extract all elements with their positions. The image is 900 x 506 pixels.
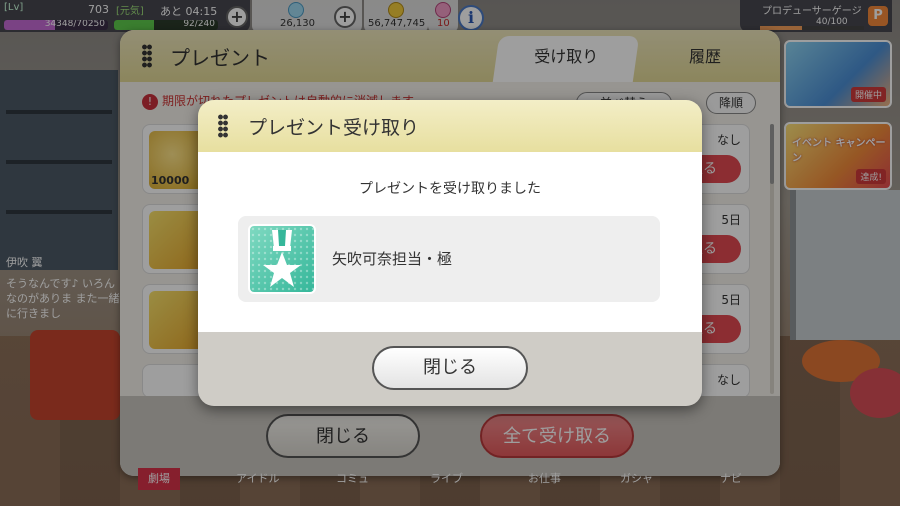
dialog-close-button[interactable]: 閉じる (372, 346, 528, 390)
dialog-message: プレゼントを受け取りました (359, 181, 541, 197)
dialog-header: プレゼント受け取り (198, 100, 702, 152)
dialog-title: プレゼント受け取り (248, 117, 420, 139)
present-received-dialog: プレゼント受け取り プレゼントを受け取りました 矢吹可奈担当・極 閉じる (198, 100, 702, 406)
drag-handle-icon (218, 114, 228, 138)
reward-name: 矢吹可奈担当・極 (332, 250, 453, 268)
dialog-footer: 閉じる (198, 332, 702, 406)
reward-card: 矢吹可奈担当・極 (238, 216, 660, 302)
dialog-body: プレゼントを受け取りました 矢吹可奈担当・極 (198, 152, 702, 332)
medal-star-icon (248, 224, 316, 294)
